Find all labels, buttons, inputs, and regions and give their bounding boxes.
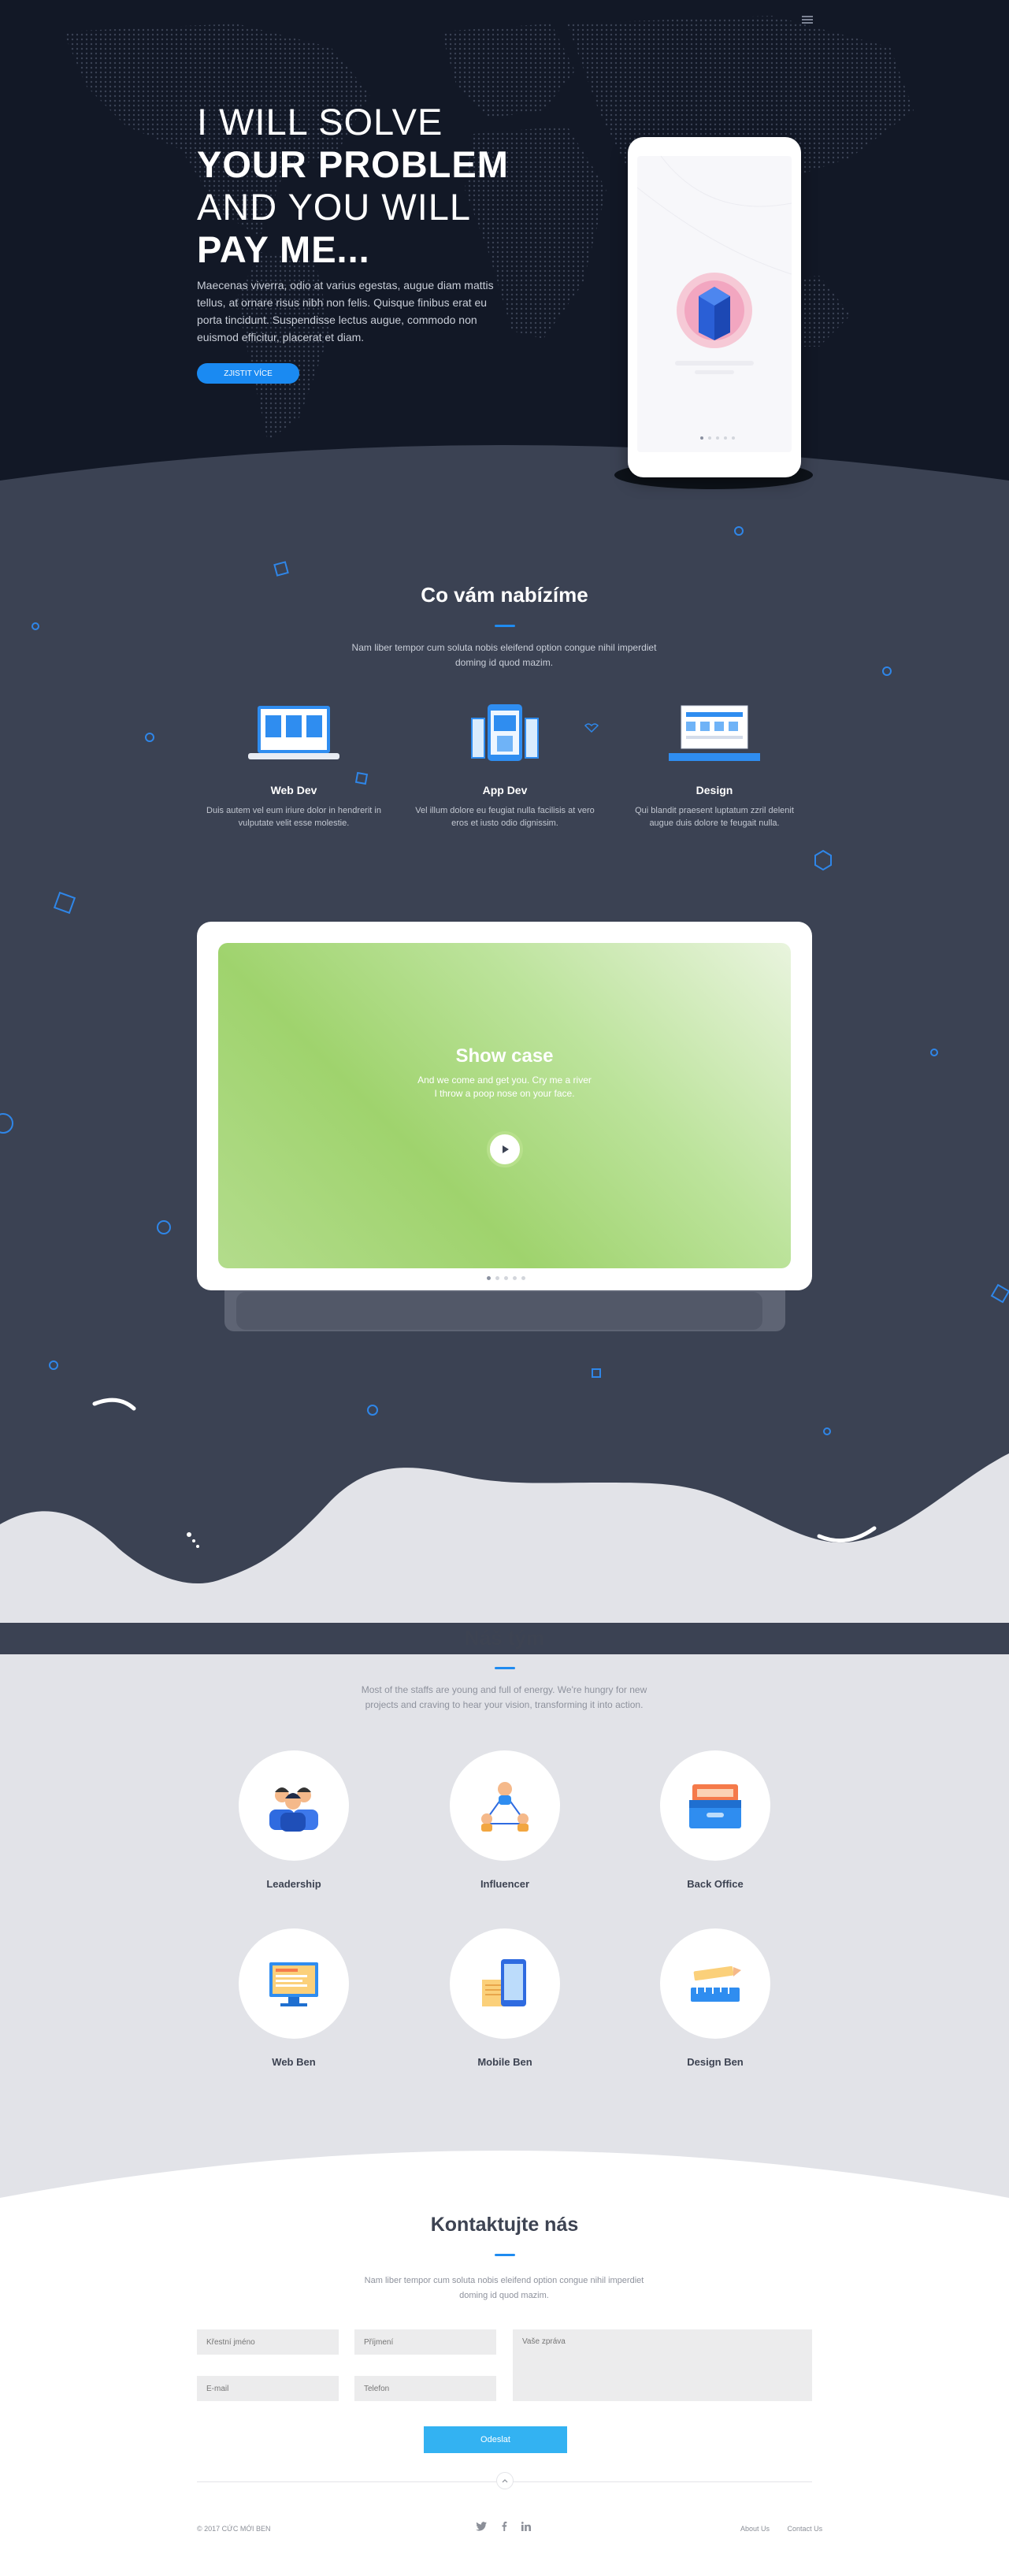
chevron-up-icon (502, 2479, 508, 2483)
play-icon (503, 1145, 509, 1153)
team-label: Mobile Ben (477, 2056, 532, 2068)
pagination-dot[interactable] (732, 436, 735, 440)
wave-divider (0, 1397, 1009, 1623)
team-card-influencer[interactable]: Influencer (426, 1750, 584, 1890)
about-us-link[interactable]: About Us (740, 2525, 770, 2533)
showcase-stack-shadow (236, 1292, 762, 1330)
message-textarea[interactable] (513, 2329, 812, 2401)
team-label: Leadership (266, 1878, 321, 1890)
contact-us-link[interactable]: Contact Us (788, 2525, 823, 2533)
service-web-dev: Web Dev Duis autem vel eum iriure dolor … (203, 701, 384, 830)
scroll-top-button[interactable] (496, 2472, 514, 2489)
team-label: Design Ben (687, 2056, 744, 2068)
pagination-dot[interactable] (504, 1276, 508, 1280)
screen-text-placeholder (675, 361, 754, 366)
showcase-slide: Show case And we come and get you. Cry m… (218, 943, 791, 1268)
play-button[interactable] (487, 1131, 523, 1167)
headline-line-2: YOUR PROBLEM (197, 143, 509, 185)
influencer-icon (481, 1782, 529, 1832)
monitor-icon (269, 1962, 318, 2006)
team-label: Web Ben (272, 2056, 316, 2068)
inbox-tray-icon (689, 1784, 741, 1828)
last-name-input[interactable] (354, 2329, 496, 2355)
team-label: Influencer (480, 1878, 530, 1890)
services-subtitle: Nam liber tempor cum soluta nobis eleife… (351, 642, 657, 668)
menu-icon[interactable] (802, 16, 813, 24)
pagination-dot[interactable] (700, 436, 703, 440)
phone-mockup (628, 137, 801, 477)
headline-line-1: I WILL SOLVE (197, 101, 443, 143)
social-links (476, 2522, 531, 2531)
mobile-app-icon (471, 704, 539, 761)
mobile-device-icon (482, 1959, 526, 2006)
services-title: Co vám nabízíme (421, 583, 588, 607)
service-title: Web Dev (270, 784, 317, 796)
contact-subtitle: Nam liber tempor cum soluta nobis eleife… (364, 2276, 644, 2300)
pagination-dot[interactable] (716, 436, 719, 440)
pencil-ruler-icon (691, 1965, 741, 2002)
service-title: App Dev (482, 784, 528, 796)
team-card-back-office[interactable]: Back Office (636, 1750, 794, 1890)
showcase-pagination (487, 1276, 525, 1280)
headline-line-4: PAY ME... (197, 228, 370, 270)
team-card-design-ben[interactable]: Design Ben (636, 1928, 794, 2068)
team-card-mobile-ben[interactable]: Mobile Ben (426, 1928, 584, 2068)
hero-description: Maecenas viverra, odio at varius egestas… (197, 279, 494, 343)
service-title: Design (696, 784, 733, 796)
footer-copyright: © 2017 CỨC MỚI BEN (197, 2525, 271, 2533)
service-text: Vel illum dolore eu feugiat nulla facili… (415, 806, 595, 828)
contact-title: Kontaktujte nás (430, 2214, 579, 2236)
contact-title-underline (495, 2254, 515, 2256)
showcase-card: Show case And we come and get you. Cry m… (197, 922, 812, 1290)
phone-input[interactable] (354, 2376, 496, 2401)
team-avatar (660, 1750, 770, 1861)
pagination-dot[interactable] (708, 436, 711, 440)
contact-background (0, 2151, 1009, 2576)
team-avatar (450, 1928, 560, 2039)
learn-more-button[interactable]: ZJISTIT VÍCE (197, 363, 299, 384)
phone-screen (637, 156, 792, 452)
twitter-icon[interactable] (476, 2522, 487, 2531)
service-design: Design Qui blandit praesent luptatum zzr… (624, 701, 805, 830)
leadership-icon (269, 1787, 318, 1832)
team-avatar (239, 1750, 349, 1861)
laptop-icon (248, 706, 339, 759)
team-title-underline (495, 1667, 515, 1669)
team-card-leadership[interactable]: Leadership (215, 1750, 373, 1890)
team-title: Náš tým (464, 1626, 545, 1650)
phone-pagination (700, 436, 735, 440)
facebook-icon[interactable] (501, 2522, 507, 2531)
linkedin-icon[interactable] (521, 2522, 531, 2531)
service-text: Qui blandit praesent luptatum zzril dele… (635, 806, 794, 828)
send-button[interactable]: Odeslat (424, 2426, 567, 2453)
email-input[interactable] (197, 2376, 339, 2401)
pagination-dot[interactable] (521, 1276, 525, 1280)
service-text: Duis autem vel eum iriure dolor in hendr… (206, 806, 381, 828)
footer-links: About Us Contact Us (725, 2525, 822, 2533)
pagination-dot[interactable] (513, 1276, 517, 1280)
team-avatar (239, 1928, 349, 2039)
showcase-title: Show case (455, 1045, 554, 1067)
pagination-dot[interactable] (487, 1276, 491, 1280)
design-board-icon (669, 705, 760, 761)
pagination-dot[interactable] (495, 1276, 499, 1280)
page: I WILL SOLVE YOUR PROBLEM AND YOU WILL P… (0, 0, 1009, 2576)
first-name-input[interactable] (197, 2329, 339, 2355)
team-card-web-ben[interactable]: Web Ben (215, 1928, 373, 2068)
building-icon (677, 273, 752, 348)
team-subtitle: Most of the staffs are young and full of… (361, 1684, 647, 1710)
pagination-dot[interactable] (724, 436, 727, 440)
headline-line-3: AND YOU WILL (197, 186, 472, 228)
team-avatar (660, 1928, 770, 2039)
team-avatar (450, 1750, 560, 1861)
screen-text-placeholder (695, 370, 734, 374)
service-app-dev: App Dev Vel illum dolore eu feugiat null… (414, 701, 595, 830)
team-label: Back Office (687, 1878, 744, 1890)
services-title-underline (495, 625, 515, 627)
hero-curve (0, 445, 1009, 496)
showcase-text: And we come and get you. Cry me a river … (417, 1075, 592, 1099)
hero-headline: I WILL SOLVE YOUR PROBLEM AND YOU WILL P… (197, 101, 528, 271)
